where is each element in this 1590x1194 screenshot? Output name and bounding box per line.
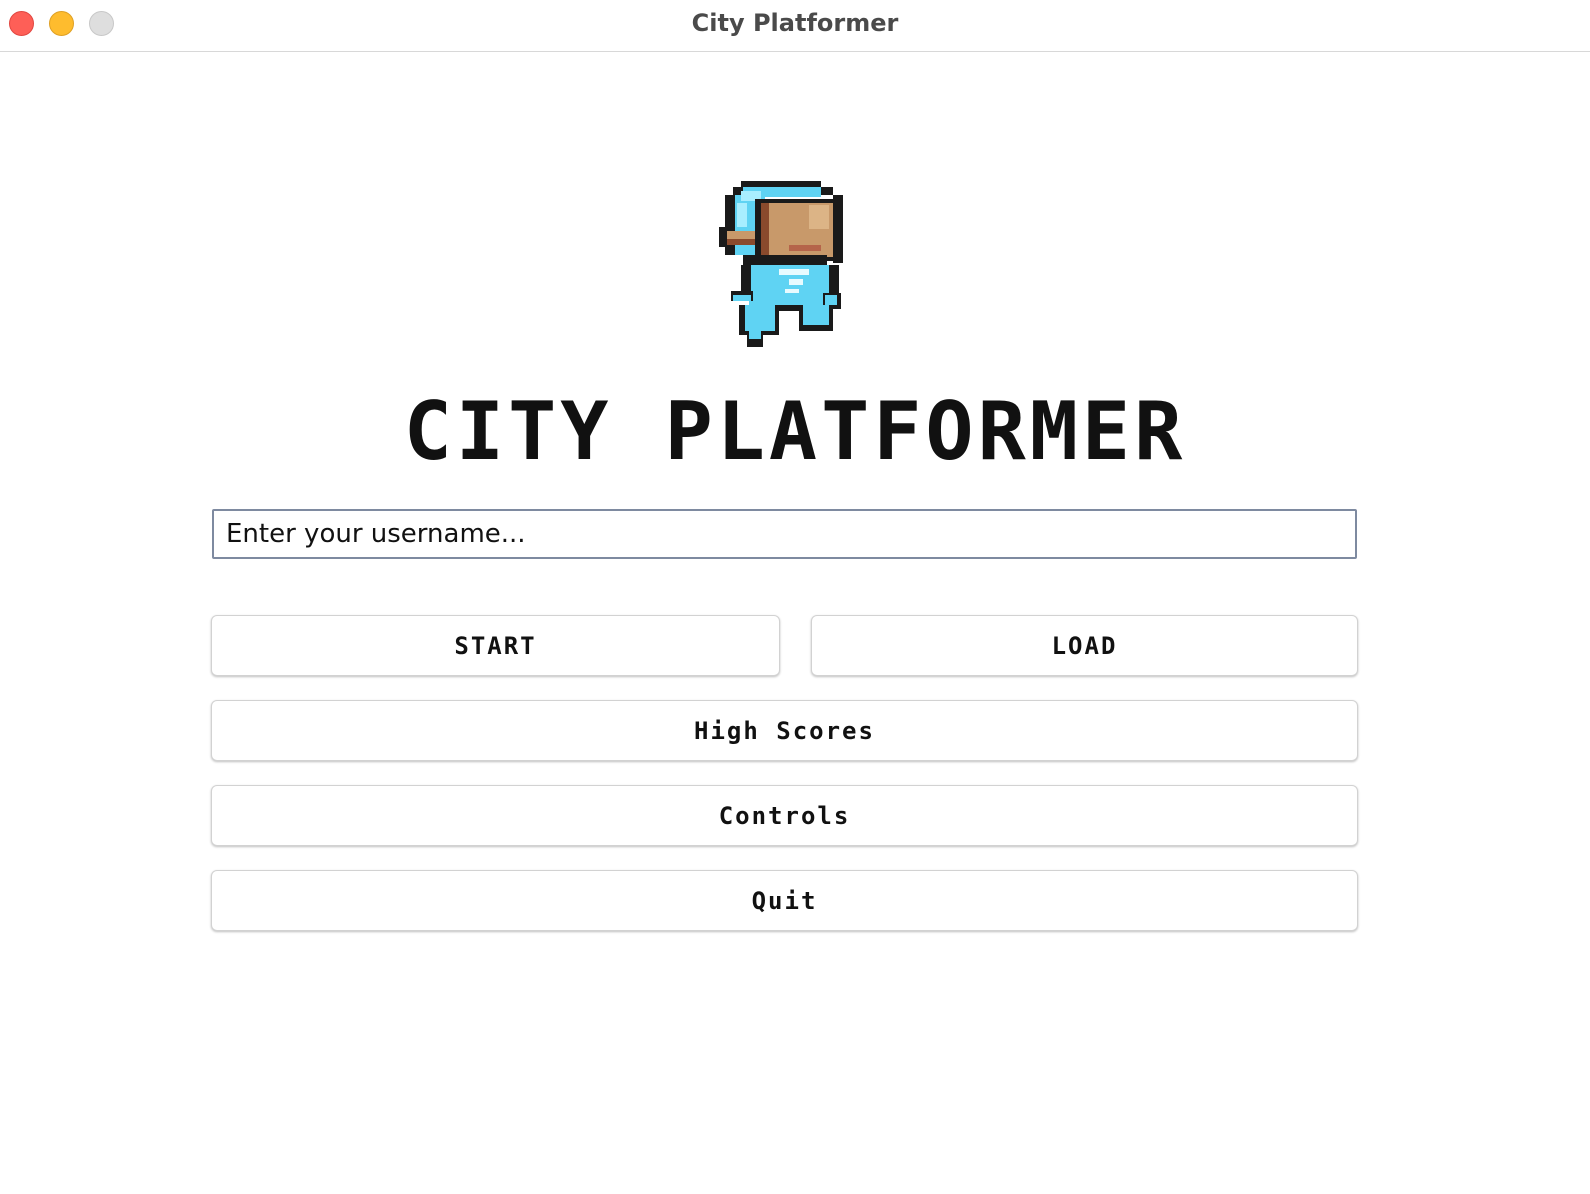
astronaut-sprite-icon (719, 181, 843, 347)
controls-button[interactable]: Controls (211, 785, 1358, 846)
quit-button[interactable]: Quit (211, 870, 1358, 931)
start-button[interactable]: START (211, 615, 780, 676)
title-bar: City Platformer (0, 0, 1590, 52)
app-window: City Platformer CITY PLATFORMER Enter yo… (0, 0, 1590, 1194)
load-button[interactable]: LOAD (811, 615, 1358, 676)
username-input[interactable] (212, 509, 1357, 559)
high-scores-button[interactable]: High Scores (211, 700, 1358, 761)
window-title: City Platformer (691, 9, 899, 37)
main-menu: CITY PLATFORMER START LOAD High Scores C… (0, 53, 1590, 1194)
game-title: CITY PLATFORMER (403, 385, 1187, 478)
